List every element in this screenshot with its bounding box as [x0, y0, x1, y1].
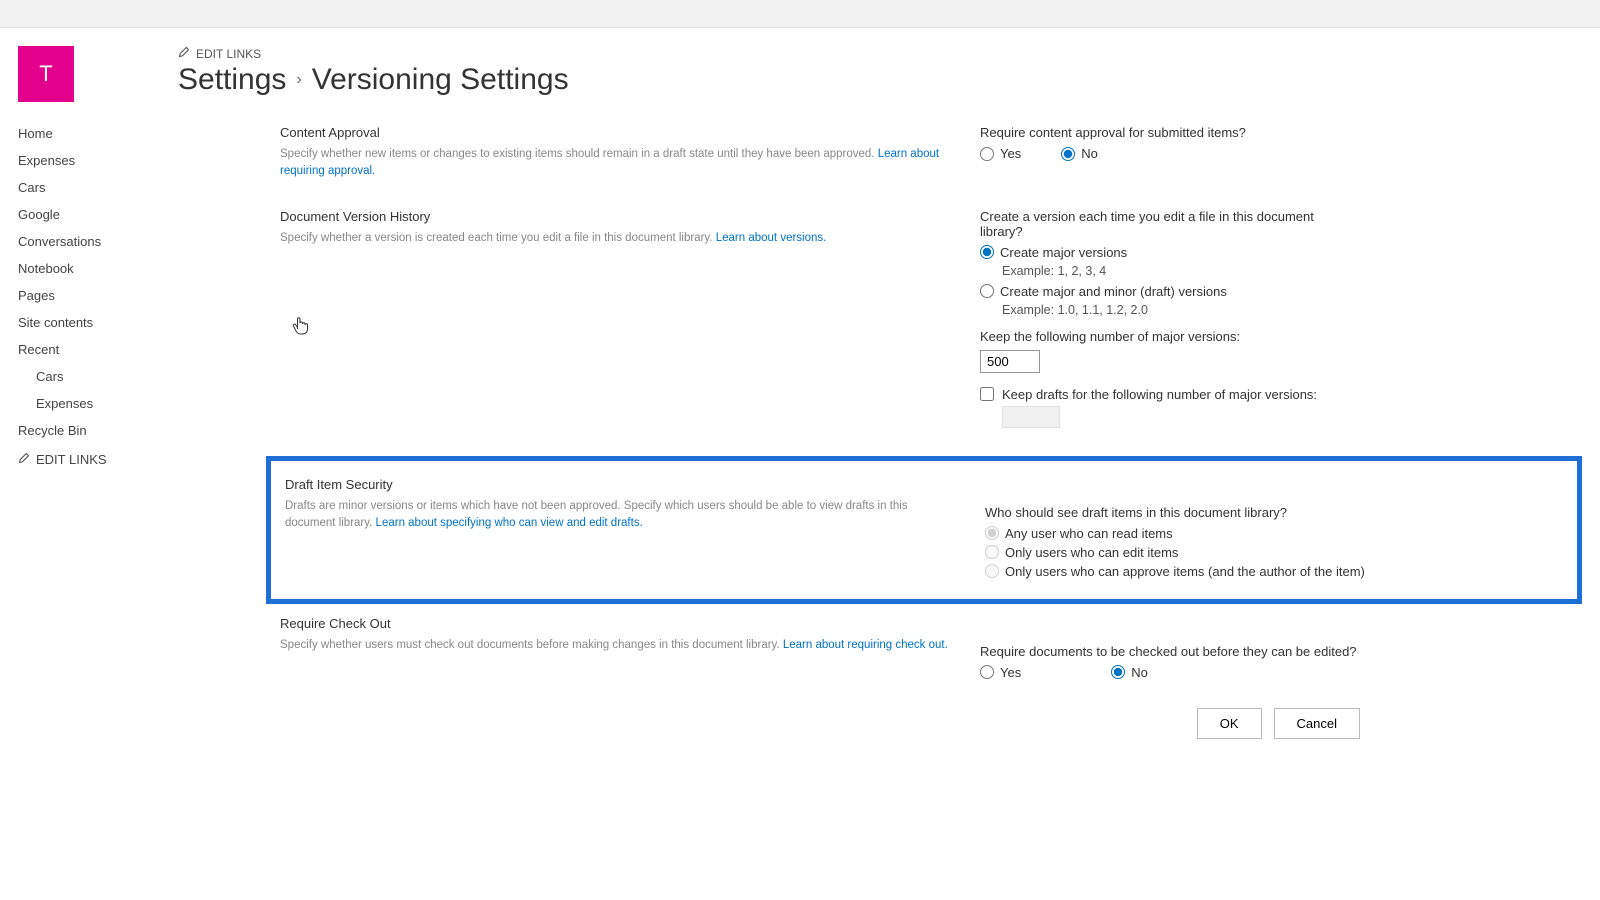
checkout-yes-option[interactable]: Yes: [980, 665, 1021, 680]
content-approval-yes-radio[interactable]: [980, 147, 994, 161]
site-logo-letter: T: [39, 61, 52, 87]
draft-approvers-label: Only users who can approve items (and th…: [1005, 564, 1365, 579]
draft-approvers-radio[interactable]: [985, 564, 999, 578]
main-column: EDIT LINKS Settings › Versioning Setting…: [178, 46, 1582, 739]
nav-recent[interactable]: Recent: [18, 336, 178, 363]
version-major-label: Create major versions: [1000, 245, 1127, 260]
version-major-example: Example: 1, 2, 3, 4: [1002, 264, 1360, 278]
checkout-no-option[interactable]: No: [1111, 665, 1148, 680]
draft-security-learn-link[interactable]: Learn about specifying who can view and …: [376, 517, 643, 529]
draft-editors-label: Only users who can edit items: [1005, 545, 1178, 560]
content-approval-yes-option[interactable]: Yes: [980, 146, 1021, 161]
keep-major-input[interactable]: [980, 350, 1040, 373]
draft-security-title: Draft Item Security: [285, 477, 955, 492]
nav-notebook[interactable]: Notebook: [18, 255, 178, 282]
content-approval-no-radio[interactable]: [1061, 147, 1075, 161]
version-history-question: Create a version each time you edit a fi…: [980, 209, 1360, 239]
cancel-button[interactable]: Cancel: [1274, 708, 1360, 739]
draft-editors-radio[interactable]: [985, 545, 999, 559]
content-approval-desc-text: Specify whether new items or changes to …: [280, 148, 878, 160]
breadcrumb-separator: ›: [296, 71, 301, 89]
left-column: T Home Expenses Cars Google Conversation…: [18, 46, 178, 739]
version-minor-option[interactable]: Create major and minor (draft) versions: [980, 284, 1360, 299]
content-approval-title: Content Approval: [280, 125, 950, 140]
version-history-desc: Specify whether a version is created eac…: [280, 230, 950, 247]
top-edit-links[interactable]: EDIT LINKS: [178, 46, 1582, 61]
require-checkout-question: Require documents to be checked out befo…: [980, 644, 1360, 659]
version-history-title: Document Version History: [280, 209, 950, 224]
draft-approvers-option[interactable]: Only users who can approve items (and th…: [985, 564, 1365, 579]
nav-edit-links-label: EDIT LINKS: [36, 452, 107, 467]
draft-editors-option[interactable]: Only users who can edit items: [985, 545, 1365, 560]
breadcrumb-settings[interactable]: Settings: [178, 63, 286, 97]
nav-recycle-bin[interactable]: Recycle Bin: [18, 417, 178, 444]
nav-edit-links[interactable]: EDIT LINKS: [18, 444, 178, 475]
nav-conversations[interactable]: Conversations: [18, 228, 178, 255]
settings-content: Content Approval Specify whether new ite…: [178, 125, 1582, 739]
require-checkout-learn-link[interactable]: Learn about requiring check out.: [783, 639, 948, 651]
draft-any-user-option[interactable]: Any user who can read items: [985, 526, 1365, 541]
breadcrumb-versioning-settings: Versioning Settings: [312, 63, 569, 97]
checkout-no-label: No: [1131, 665, 1148, 680]
content-approval-question: Require content approval for submitted i…: [980, 125, 1360, 140]
nav-recent-cars[interactable]: Cars: [18, 363, 178, 390]
pencil-icon: [18, 452, 30, 467]
quick-launch-nav: Home Expenses Cars Google Conversations …: [18, 120, 178, 475]
nav-expenses[interactable]: Expenses: [18, 147, 178, 174]
version-minor-example: Example: 1.0, 1.1, 1.2, 2.0: [1002, 303, 1360, 317]
keep-drafts-input-disabled: [1002, 406, 1060, 428]
section-draft-security-highlight: Draft Item Security Drafts are minor ver…: [266, 456, 1582, 604]
form-buttons: OK Cancel: [280, 708, 1360, 739]
section-version-history: Document Version History Specify whether…: [280, 209, 1582, 428]
require-checkout-desc: Specify whether users must check out doc…: [280, 637, 950, 654]
top-edit-links-label: EDIT LINKS: [196, 47, 261, 61]
nav-home[interactable]: Home: [18, 120, 178, 147]
section-require-checkout: Require Check Out Specify whether users …: [280, 616, 1582, 680]
draft-any-user-label: Any user who can read items: [1005, 526, 1173, 541]
version-major-radio[interactable]: [980, 245, 994, 259]
nav-recent-expenses[interactable]: Expenses: [18, 390, 178, 417]
draft-any-user-radio[interactable]: [985, 526, 999, 540]
ok-button[interactable]: OK: [1197, 708, 1262, 739]
checkout-yes-radio[interactable]: [980, 665, 994, 679]
nav-site-contents[interactable]: Site contents: [18, 309, 178, 336]
draft-security-question: Who should see draft items in this docum…: [985, 505, 1365, 520]
pencil-icon: [178, 46, 190, 61]
keep-drafts-label: Keep drafts for the following number of …: [1002, 387, 1317, 402]
checkout-no-radio[interactable]: [1111, 665, 1125, 679]
version-major-option[interactable]: Create major versions: [980, 245, 1360, 260]
keep-major-label: Keep the following number of major versi…: [980, 329, 1360, 344]
content-approval-no-label: No: [1081, 146, 1098, 161]
version-minor-radio[interactable]: [980, 284, 994, 298]
draft-security-desc: Drafts are minor versions or items which…: [285, 498, 955, 533]
checkout-yes-label: Yes: [1000, 665, 1021, 680]
site-logo-tile[interactable]: T: [18, 46, 74, 102]
version-history-desc-text: Specify whether a version is created eac…: [280, 232, 716, 244]
content-approval-no-option[interactable]: No: [1061, 146, 1098, 161]
nav-google[interactable]: Google: [18, 201, 178, 228]
section-content-approval: Content Approval Specify whether new ite…: [280, 125, 1582, 181]
keep-drafts-checkbox[interactable]: [980, 387, 994, 401]
nav-pages[interactable]: Pages: [18, 282, 178, 309]
version-history-learn-link[interactable]: Learn about versions.: [716, 232, 827, 244]
require-checkout-title: Require Check Out: [280, 616, 950, 631]
top-bar: [0, 0, 1600, 28]
content-approval-yes-label: Yes: [1000, 146, 1021, 161]
version-minor-label: Create major and minor (draft) versions: [1000, 284, 1227, 299]
require-checkout-desc-text: Specify whether users must check out doc…: [280, 639, 783, 651]
content-approval-desc: Specify whether new items or changes to …: [280, 146, 950, 181]
nav-cars[interactable]: Cars: [18, 174, 178, 201]
breadcrumb: Settings › Versioning Settings: [178, 63, 1582, 97]
